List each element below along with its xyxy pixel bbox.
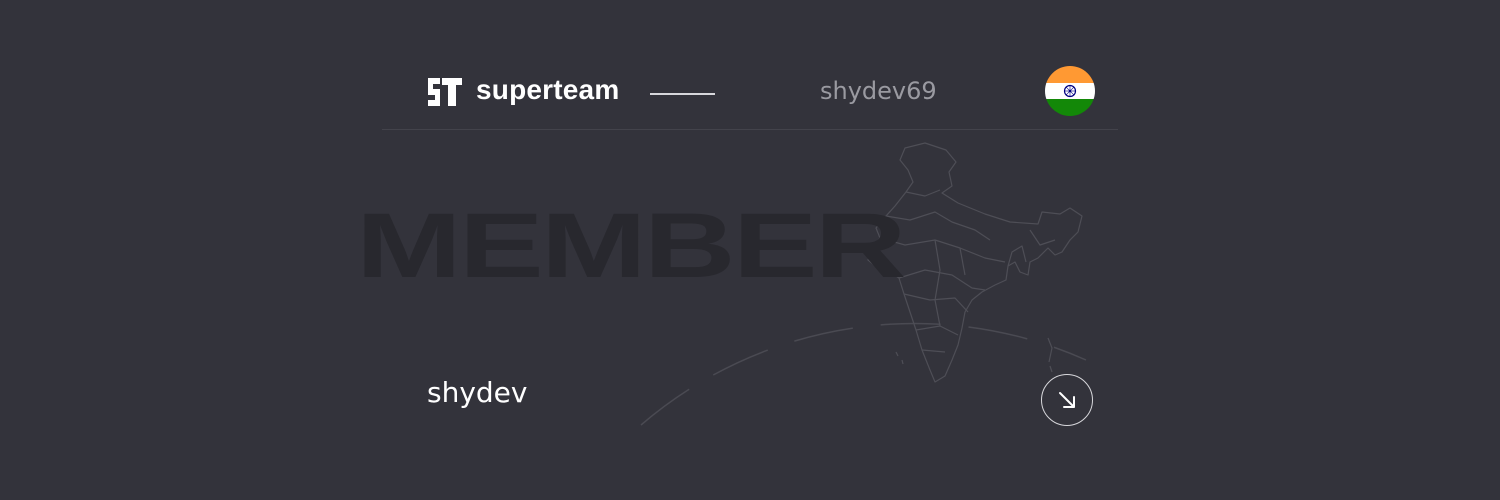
profile-link-button[interactable] — [1041, 374, 1093, 426]
member-name: shydev — [427, 376, 528, 409]
header-divider — [382, 129, 1118, 130]
dashed-arc — [640, 322, 1087, 426]
member-watermark-title: MEMBER — [356, 195, 906, 297]
brand-name: superteam — [476, 74, 620, 105]
member-card: superteam shydev69 MEMBER shydev — [0, 0, 1500, 500]
india-flag-icon — [1045, 66, 1095, 116]
brand-logo: superteam — [426, 74, 620, 106]
user-handle: shydev69 — [820, 77, 937, 105]
arrow-down-right-icon — [1059, 392, 1075, 408]
header-dash — [650, 93, 715, 95]
superteam-st-logo-icon — [428, 78, 462, 106]
